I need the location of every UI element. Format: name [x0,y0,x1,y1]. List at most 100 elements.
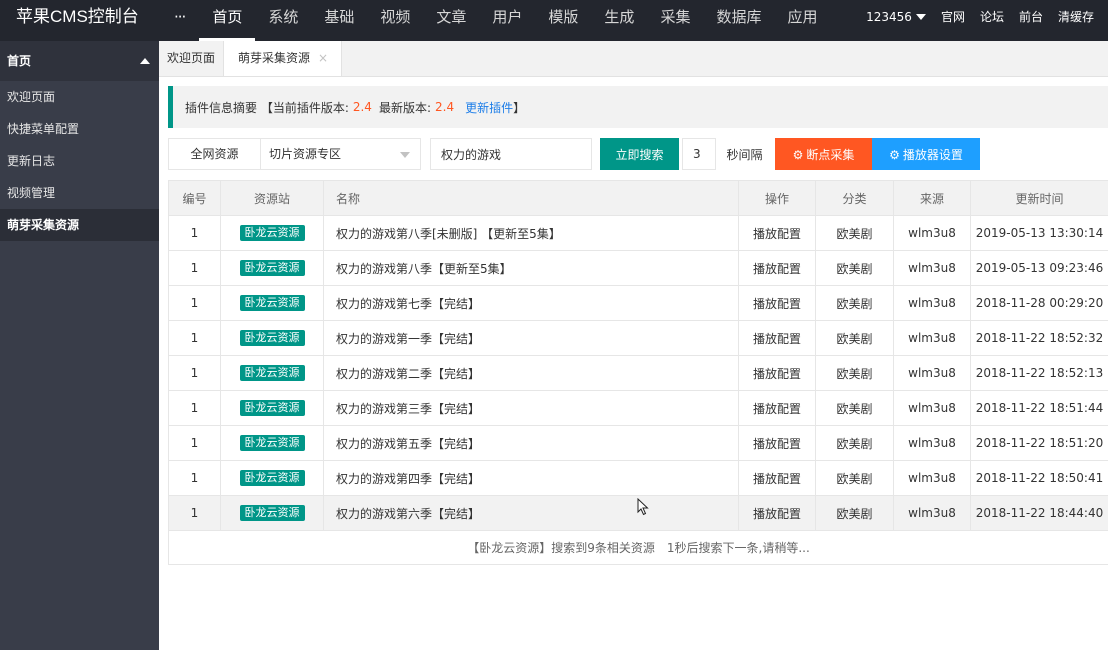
cell-updated: 2019-05-13 09:23:46 [970,250,1108,286]
search-button[interactable]: 立即搜索 [600,138,679,170]
cell-site: 卧龙云资源 [220,355,324,391]
app-logo-title[interactable]: 苹果CMS控制台 [16,0,139,41]
interval-input[interactable] [682,138,716,170]
cell-updated: 2018-11-22 18:44:40 [970,495,1108,531]
tab-label: 萌芽采集资源 [238,51,311,65]
cell-id: 1 [168,250,221,286]
top-nav-apps[interactable]: 应用 [774,0,830,41]
top-nav: ··· 首页 系统 基础 视频 文章 用户 模版 生成 采集 数据库 应用 [160,0,830,41]
cell-name[interactable]: 权力的游戏第二季【完结】 [323,355,739,391]
sidebar-item-video-manage[interactable]: 视频管理 [0,177,159,209]
top-nav-basic[interactable]: 基础 [311,0,367,41]
resume-collect-label: 断点采集 [806,147,855,162]
tab-mengya-collect[interactable]: 萌芽采集资源 × [223,41,343,76]
top-nav-generate[interactable]: 生成 [591,0,647,41]
cell-category: 欧美剧 [815,425,894,461]
top-nav-system[interactable]: 系统 [255,0,311,41]
cell-source: wlm3u8 [893,215,971,251]
resume-collect-button[interactable]: ⚙ 断点采集 [775,138,872,170]
top-nav-database[interactable]: 数据库 [703,0,774,41]
cell-id: 1 [168,215,221,251]
cell-name[interactable]: 权力的游戏第一季【完结】 [323,320,739,356]
sidebar-menu: 欢迎页面 快捷菜单配置 更新日志 视频管理 萌芽采集资源 [0,81,159,241]
sidebar-group-home[interactable]: 首页 [0,41,159,81]
sidebar-group-label: 首页 [7,54,32,68]
top-nav-template[interactable]: 模版 [535,0,591,41]
table-row: 1 卧龙云资源 权力的游戏第三季【完结】 播放配置 欧美剧 wlm3u8 201… [168,390,1108,426]
cell-source: wlm3u8 [893,425,971,461]
cell-updated: 2018-11-28 00:29:20 [970,285,1108,321]
search-status-text: 【卧龙云资源】搜索到9条相关资源 1秒后搜索下一条,请稍等... [168,530,1108,565]
category-select[interactable]: 切片资源专区 [261,138,421,170]
top-nav-user[interactable]: 用户 [479,0,535,41]
category-select-value: 切片资源专区 [269,147,342,161]
sidebar-item-welcome[interactable]: 欢迎页面 [0,81,159,113]
current-version: 2.4 [352,100,372,114]
plugin-info-notice: 插件信息摘要 【当前插件版本: 2.4 最新版本: 2.4 更新插件 】 [168,86,1108,128]
play-config-button[interactable]: 播放配置 [738,355,816,391]
table-footer-row: 【卧龙云资源】搜索到9条相关资源 1秒后搜索下一条,请稍等... [168,530,1108,565]
cell-name[interactable]: 权力的游戏第四季【完结】 [323,460,739,496]
frontend-link[interactable]: 前台 [1019,0,1043,34]
play-config-button[interactable]: 播放配置 [738,460,816,496]
cell-name[interactable]: 权力的游戏第八季【更新至5集】 [323,250,739,286]
sidebar-item-quick-menu[interactable]: 快捷菜单配置 [0,113,159,145]
play-config-button[interactable]: 播放配置 [738,390,816,426]
cell-name[interactable]: 权力的游戏第五季【完结】 [323,425,739,461]
latest-version-label: 最新版本: [378,100,431,115]
sidebar-item-mengya-collect[interactable]: 萌芽采集资源 [0,209,159,241]
top-right-links: 123456 官网 论坛 前台 清缓存 [851,0,1094,41]
table-row: 1 卧龙云资源 权力的游戏第二季【完结】 播放配置 欧美剧 wlm3u8 201… [168,355,1108,391]
main-content: 欢迎页面 萌芽采集资源 × 插件信息摘要 【当前插件版本: 2.4 最新版本: … [159,41,1108,650]
cell-source: wlm3u8 [893,250,971,286]
cell-updated: 2018-11-22 18:52:13 [970,355,1108,391]
site-badge: 卧龙云资源 [239,225,305,241]
top-nav-more-button[interactable]: ··· [160,0,199,41]
top-nav-collect[interactable]: 采集 [647,0,703,41]
play-config-button[interactable]: 播放配置 [738,285,816,321]
chevron-down-icon [400,152,410,158]
top-bar: 苹果CMS控制台 ··· 首页 系统 基础 视频 文章 用户 模版 生成 采集 … [0,0,1108,41]
close-icon[interactable]: × [318,41,328,76]
table-row: 1 卧龙云资源 权力的游戏第七季【完结】 播放配置 欧美剧 wlm3u8 201… [168,285,1108,321]
cell-updated: 2018-11-22 18:50:41 [970,460,1108,496]
play-config-button[interactable]: 播放配置 [738,215,816,251]
sidebar-item-changelog[interactable]: 更新日志 [0,145,159,177]
update-plugin-link[interactable]: 更新插件 [465,99,513,116]
site-badge: 卧龙云资源 [239,435,305,451]
cell-updated: 2018-11-22 18:51:20 [970,425,1108,461]
cell-site: 卧龙云资源 [220,460,324,496]
cell-name[interactable]: 权力的游戏第六季【完结】 [323,495,739,531]
cell-updated: 2019-05-13 13:30:14 [970,215,1108,251]
play-config-button[interactable]: 播放配置 [738,425,816,461]
caret-up-icon [140,58,150,64]
top-nav-article[interactable]: 文章 [423,0,479,41]
cell-source: wlm3u8 [893,460,971,496]
cell-name[interactable]: 权力的游戏第三季【完结】 [323,390,739,426]
play-config-button[interactable]: 播放配置 [738,250,816,286]
cell-category: 欧美剧 [815,285,894,321]
latest-version: 2.4 [435,100,455,114]
site-badge: 卧龙云资源 [239,330,305,346]
play-config-button[interactable]: 播放配置 [738,320,816,356]
user-menu[interactable]: 123456 [866,0,926,34]
all-sources-button[interactable]: 全网资源 [168,138,261,170]
tab-welcome[interactable]: 欢迎页面 [159,41,223,76]
site-badge: 卧龙云资源 [239,260,305,276]
forum-link[interactable]: 论坛 [980,0,1004,34]
cell-id: 1 [168,285,221,321]
table-header-row: 编号 资源站 名称 操作 分类 来源 更新时间 [168,180,1108,216]
top-nav-video[interactable]: 视频 [367,0,423,41]
cell-site: 卧龙云资源 [220,320,324,356]
play-config-button[interactable]: 播放配置 [738,495,816,531]
player-settings-button[interactable]: ⚙ 播放器设置 [872,138,980,170]
cell-name[interactable]: 权力的游戏第七季【完结】 [323,285,739,321]
page-tabs: 欢迎页面 萌芽采集资源 × [159,41,1108,77]
col-header-id: 编号 [168,180,221,216]
top-nav-home[interactable]: 首页 [199,0,256,41]
keyword-input[interactable] [430,138,592,170]
official-site-link[interactable]: 官网 [941,0,965,34]
clear-cache-link[interactable]: 清缓存 [1058,0,1094,34]
cell-name[interactable]: 权力的游戏第八季[未删版] 【更新至5集】 [323,215,739,251]
table-row: 1 卧龙云资源 权力的游戏第八季【更新至5集】 播放配置 欧美剧 wlm3u8 … [168,250,1108,286]
